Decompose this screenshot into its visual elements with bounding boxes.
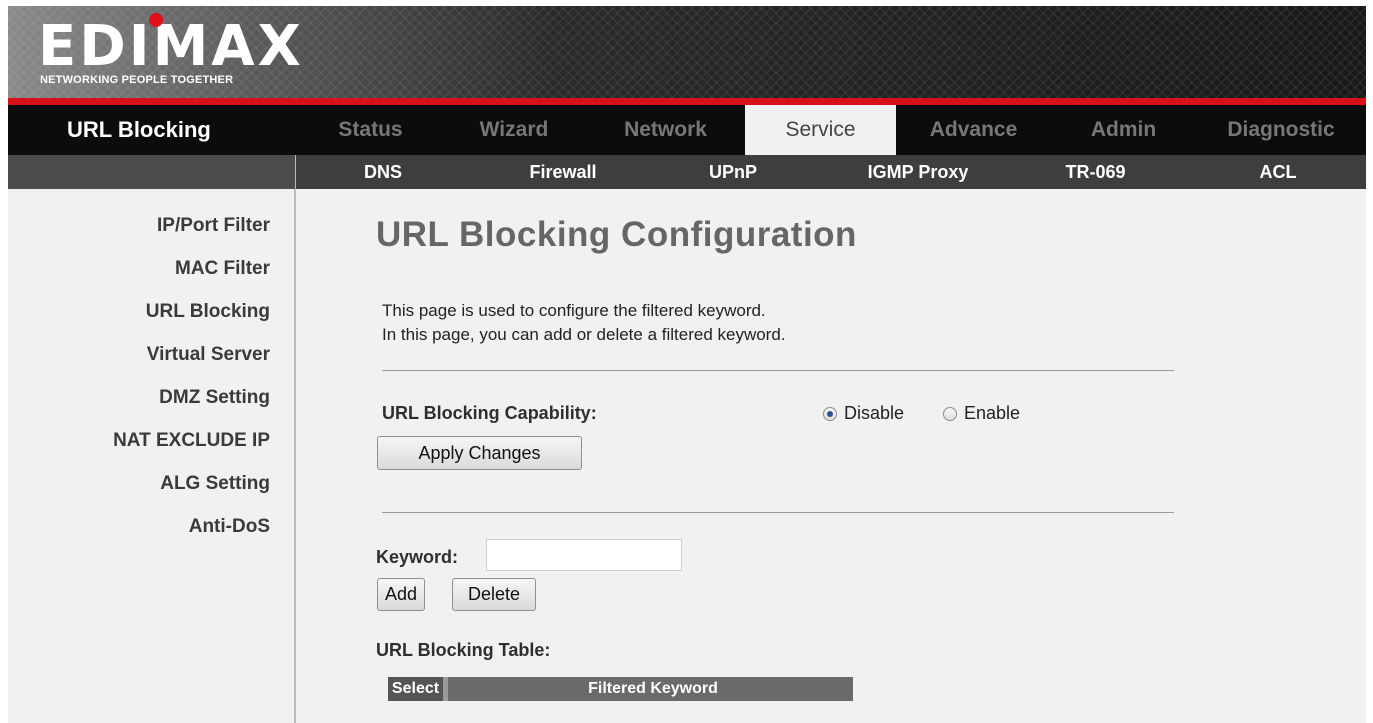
sidebar-item-mac-filter[interactable]: MAC Filter bbox=[175, 258, 270, 280]
subtab-upnp[interactable]: UPnP bbox=[693, 155, 773, 189]
tab-status[interactable]: Status bbox=[308, 105, 433, 155]
disable-radio[interactable] bbox=[823, 406, 837, 421]
divider bbox=[382, 370, 1174, 371]
logo-red-dot bbox=[149, 13, 163, 27]
subtab-igmp-proxy[interactable]: IGMP Proxy bbox=[848, 155, 988, 189]
tab-service[interactable]: Service bbox=[745, 105, 896, 155]
logo-text: EDIMAX bbox=[38, 14, 304, 79]
tab-advance[interactable]: Advance bbox=[906, 105, 1041, 155]
header-banner: EDIMAX NETWORKING PEOPLE TOGETHER bbox=[8, 6, 1366, 98]
table-title: URL Blocking Table: bbox=[376, 640, 551, 660]
tab-admin[interactable]: Admin bbox=[1061, 105, 1186, 155]
disable-radio-option[interactable]: Disable bbox=[823, 403, 904, 424]
sub-nav-spacer bbox=[8, 155, 296, 189]
logo-tagline: NETWORKING PEOPLE TOGETHER bbox=[40, 74, 234, 86]
description-line-1: This page is used to configure the filte… bbox=[382, 301, 766, 320]
disable-radio-label: Disable bbox=[844, 403, 905, 423]
column-header-filtered-keyword: Filtered Keyword bbox=[588, 680, 718, 697]
page-heading: URL Blocking Configuration bbox=[376, 215, 857, 254]
sidebar-item-anti-dos[interactable]: Anti-DoS bbox=[189, 516, 270, 538]
sidebar-item-virtual-server[interactable]: Virtual Server bbox=[147, 344, 270, 366]
add-button[interactable]: Add bbox=[377, 578, 425, 611]
router-admin-page: EDIMAX NETWORKING PEOPLE TOGETHER URL Bl… bbox=[8, 6, 1366, 723]
sidebar-item-url-blocking[interactable]: URL Blocking bbox=[146, 301, 270, 323]
enable-radio-option[interactable]: Enable bbox=[943, 403, 1020, 424]
sidebar: IP/Port Filter MAC Filter URL Blocking V… bbox=[8, 189, 296, 723]
page-title: URL Blocking bbox=[67, 117, 211, 142]
description-line-2: In this page, you can add or delete a fi… bbox=[382, 325, 786, 344]
url-blocking-table-header: Select Filtered Keyword bbox=[388, 677, 853, 701]
enable-radio[interactable] bbox=[943, 406, 957, 421]
capability-label: URL Blocking Capability: bbox=[382, 403, 597, 423]
tab-diagnostic[interactable]: Diagnostic bbox=[1206, 105, 1356, 155]
subtab-acl[interactable]: ACL bbox=[1243, 155, 1313, 189]
subtab-tr069[interactable]: TR-069 bbox=[1048, 155, 1143, 189]
keyword-label: Keyword: bbox=[376, 547, 459, 567]
column-header-select: Select bbox=[388, 677, 448, 701]
edimax-logo: EDIMAX NETWORKING PEOPLE TOGETHER bbox=[38, 13, 338, 94]
subtab-dns[interactable]: DNS bbox=[338, 155, 428, 189]
main-content: URL Blocking Configuration This page is … bbox=[298, 189, 1366, 723]
divider bbox=[382, 512, 1174, 513]
sidebar-item-dmz-setting[interactable]: DMZ Setting bbox=[159, 387, 270, 409]
sidebar-item-alg-setting[interactable]: ALG Setting bbox=[160, 473, 270, 495]
sidebar-item-ip-port-filter[interactable]: IP/Port Filter bbox=[157, 215, 270, 237]
main-nav: URL Blocking Status Wizard Network Servi… bbox=[8, 105, 1366, 155]
tab-wizard[interactable]: Wizard bbox=[448, 105, 580, 155]
enable-radio-label: Enable bbox=[964, 403, 1021, 423]
sidebar-item-nat-exclude-ip[interactable]: NAT EXCLUDE IP bbox=[113, 430, 270, 452]
subtab-firewall[interactable]: Firewall bbox=[508, 155, 618, 189]
sub-nav: DNS Firewall UPnP IGMP Proxy TR-069 ACL bbox=[8, 155, 1366, 189]
tab-network[interactable]: Network bbox=[598, 105, 733, 155]
apply-changes-button[interactable]: Apply Changes bbox=[377, 436, 582, 470]
keyword-input[interactable] bbox=[486, 539, 682, 571]
header-accent-bar bbox=[8, 98, 1366, 105]
delete-button[interactable]: Delete bbox=[452, 578, 536, 611]
